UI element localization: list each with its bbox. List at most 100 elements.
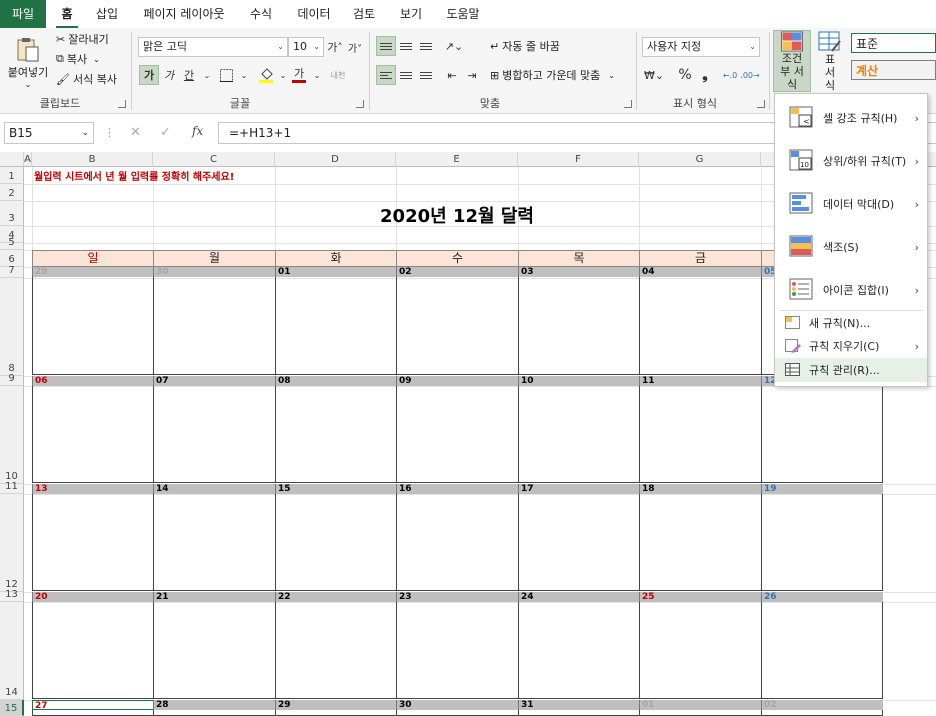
day-box[interactable] — [518, 602, 640, 699]
row-header[interactable]: 9 — [0, 373, 24, 386]
column-header[interactable]: F — [518, 152, 639, 167]
tab-view[interactable]: 보기 — [395, 0, 427, 28]
tab-home[interactable]: 홈 — [56, 0, 78, 28]
day-box[interactable] — [639, 710, 762, 716]
day-box[interactable] — [32, 494, 154, 591]
row-header[interactable]: 14 — [0, 602, 24, 700]
day-box[interactable] — [396, 602, 519, 699]
phonetic-button[interactable]: 내천 — [328, 65, 348, 85]
menu-item-top-bottom-rules[interactable]: 10 상위/하위 규칙(T) › — [775, 139, 927, 183]
format-painter-button[interactable]: 🖌 서식 복사 — [56, 70, 117, 88]
day-box[interactable] — [275, 277, 397, 375]
date-cell[interactable]: 13 — [32, 484, 154, 494]
row-header[interactable]: 12 — [0, 494, 24, 592]
date-cell[interactable]: 20 — [32, 592, 154, 602]
date-cell[interactable]: 06 — [32, 376, 154, 386]
row-header[interactable]: 5 — [0, 237, 24, 250]
date-cell[interactable]: 30 — [153, 267, 276, 277]
day-box[interactable] — [153, 386, 276, 483]
style-normal[interactable]: 표준 — [851, 33, 936, 53]
day-box[interactable] — [32, 710, 154, 716]
paste-button[interactable]: 붙여넣기 ⌄ — [8, 32, 48, 92]
check-icon[interactable]: ✓ — [160, 125, 171, 140]
day-box[interactable] — [396, 386, 519, 483]
decrease-decimal-icon[interactable]: .00→ — [740, 65, 760, 85]
day-box[interactable] — [275, 602, 397, 699]
align-right-button[interactable] — [416, 65, 436, 85]
grow-font-button[interactable]: 가˄ — [325, 37, 345, 57]
row-header[interactable]: 8 — [0, 278, 24, 376]
cut-button[interactable]: ✂ 잘라내기 — [56, 30, 109, 48]
style-calculation[interactable]: 계산 — [851, 60, 936, 80]
menu-item-highlight-cells-rules[interactable]: < 셀 강조 규칙(H) › — [775, 96, 927, 140]
day-box[interactable] — [518, 710, 640, 716]
tab-page-layout[interactable]: 페이지 레이아웃 — [136, 0, 232, 28]
date-cell[interactable]: 08 — [275, 376, 397, 386]
chevron-down-icon[interactable]: ⌄ — [234, 65, 254, 85]
date-cell[interactable]: 16 — [396, 484, 519, 494]
merge-center-button[interactable]: ⊞ 병합하고 가운데 맞춤 ⌄ — [490, 66, 615, 84]
day-box[interactable] — [396, 494, 519, 591]
tab-data[interactable]: 데이터 — [292, 0, 336, 28]
day-box[interactable] — [32, 386, 154, 483]
wrap-text-button[interactable]: ↵ 자동 줄 바꿈 — [490, 37, 560, 55]
day-box[interactable] — [518, 277, 640, 375]
menu-item-data-bars[interactable]: 데이터 막대(D) › — [775, 182, 927, 226]
day-box[interactable] — [639, 494, 762, 591]
menu-item-clear-rules[interactable]: 규칙 지우기(C) › — [775, 335, 927, 357]
align-bottom-button[interactable] — [416, 36, 436, 56]
date-cell[interactable]: 07 — [153, 376, 276, 386]
day-box[interactable] — [153, 602, 276, 699]
decrease-indent-button[interactable]: ⇤ — [442, 65, 462, 85]
font-launcher-icon[interactable] — [356, 100, 364, 108]
day-box[interactable] — [639, 386, 762, 483]
date-cell[interactable]: 18 — [639, 484, 762, 494]
chevron-down-icon[interactable]: ⌄ — [307, 65, 327, 85]
comma-button[interactable]: ❟ — [695, 65, 715, 85]
day-box[interactable] — [761, 710, 883, 716]
date-cell[interactable]: 27 — [32, 700, 154, 711]
column-header[interactable]: D — [275, 152, 396, 167]
date-cell[interactable]: 14 — [153, 484, 276, 494]
day-box[interactable] — [639, 602, 762, 699]
column-header[interactable]: E — [396, 152, 518, 167]
day-box[interactable] — [761, 602, 883, 699]
day-box[interactable] — [153, 494, 276, 591]
column-header[interactable]: A — [24, 152, 32, 167]
font-size-select[interactable]: 10 ⌄ — [288, 37, 324, 57]
date-cell[interactable]: 29 — [275, 700, 397, 710]
date-cell[interactable]: 29 — [32, 267, 154, 277]
day-box[interactable] — [153, 277, 276, 375]
date-cell[interactable]: 21 — [153, 592, 276, 602]
shrink-font-button[interactable]: 가˅ — [345, 37, 365, 57]
insert-function-icon[interactable]: fx — [192, 124, 203, 138]
day-box[interactable] — [32, 602, 154, 699]
date-cell[interactable]: 04 — [639, 267, 762, 277]
column-header[interactable]: G — [639, 152, 761, 167]
menu-item-color-scales[interactable]: 색조(S) › — [775, 225, 927, 269]
date-cell[interactable]: 02 — [396, 267, 519, 277]
align-middle-button[interactable] — [396, 36, 416, 56]
day-box[interactable] — [396, 710, 519, 716]
font-color-button[interactable]: 가 — [289, 65, 309, 85]
menu-item-manage-rules[interactable]: 규칙 관리(R)... — [775, 358, 927, 382]
alignment-launcher-icon[interactable] — [624, 100, 632, 108]
day-box[interactable] — [761, 386, 883, 483]
tab-file[interactable]: 파일 — [0, 0, 46, 28]
number-launcher-icon[interactable] — [757, 100, 765, 108]
italic-button[interactable]: 가 — [159, 65, 179, 85]
date-cell[interactable]: 26 — [761, 592, 883, 602]
tab-formulas[interactable]: 수식 — [244, 0, 278, 28]
date-cell[interactable]: 03 — [518, 267, 640, 277]
date-cell[interactable]: 22 — [275, 592, 397, 602]
date-cell[interactable]: 19 — [761, 484, 883, 494]
menu-item-icon-sets[interactable]: 아이콘 집합(I) › — [775, 268, 927, 312]
date-cell[interactable]: 02 — [761, 700, 883, 710]
date-cell[interactable]: 01 — [275, 267, 397, 277]
date-cell[interactable]: 25 — [639, 592, 762, 602]
date-cell[interactable]: 24 — [518, 592, 640, 602]
tab-insert[interactable]: 삽입 — [90, 0, 124, 28]
date-cell[interactable]: 28 — [153, 700, 276, 710]
day-box[interactable] — [518, 494, 640, 591]
date-cell[interactable]: 10 — [518, 376, 640, 386]
